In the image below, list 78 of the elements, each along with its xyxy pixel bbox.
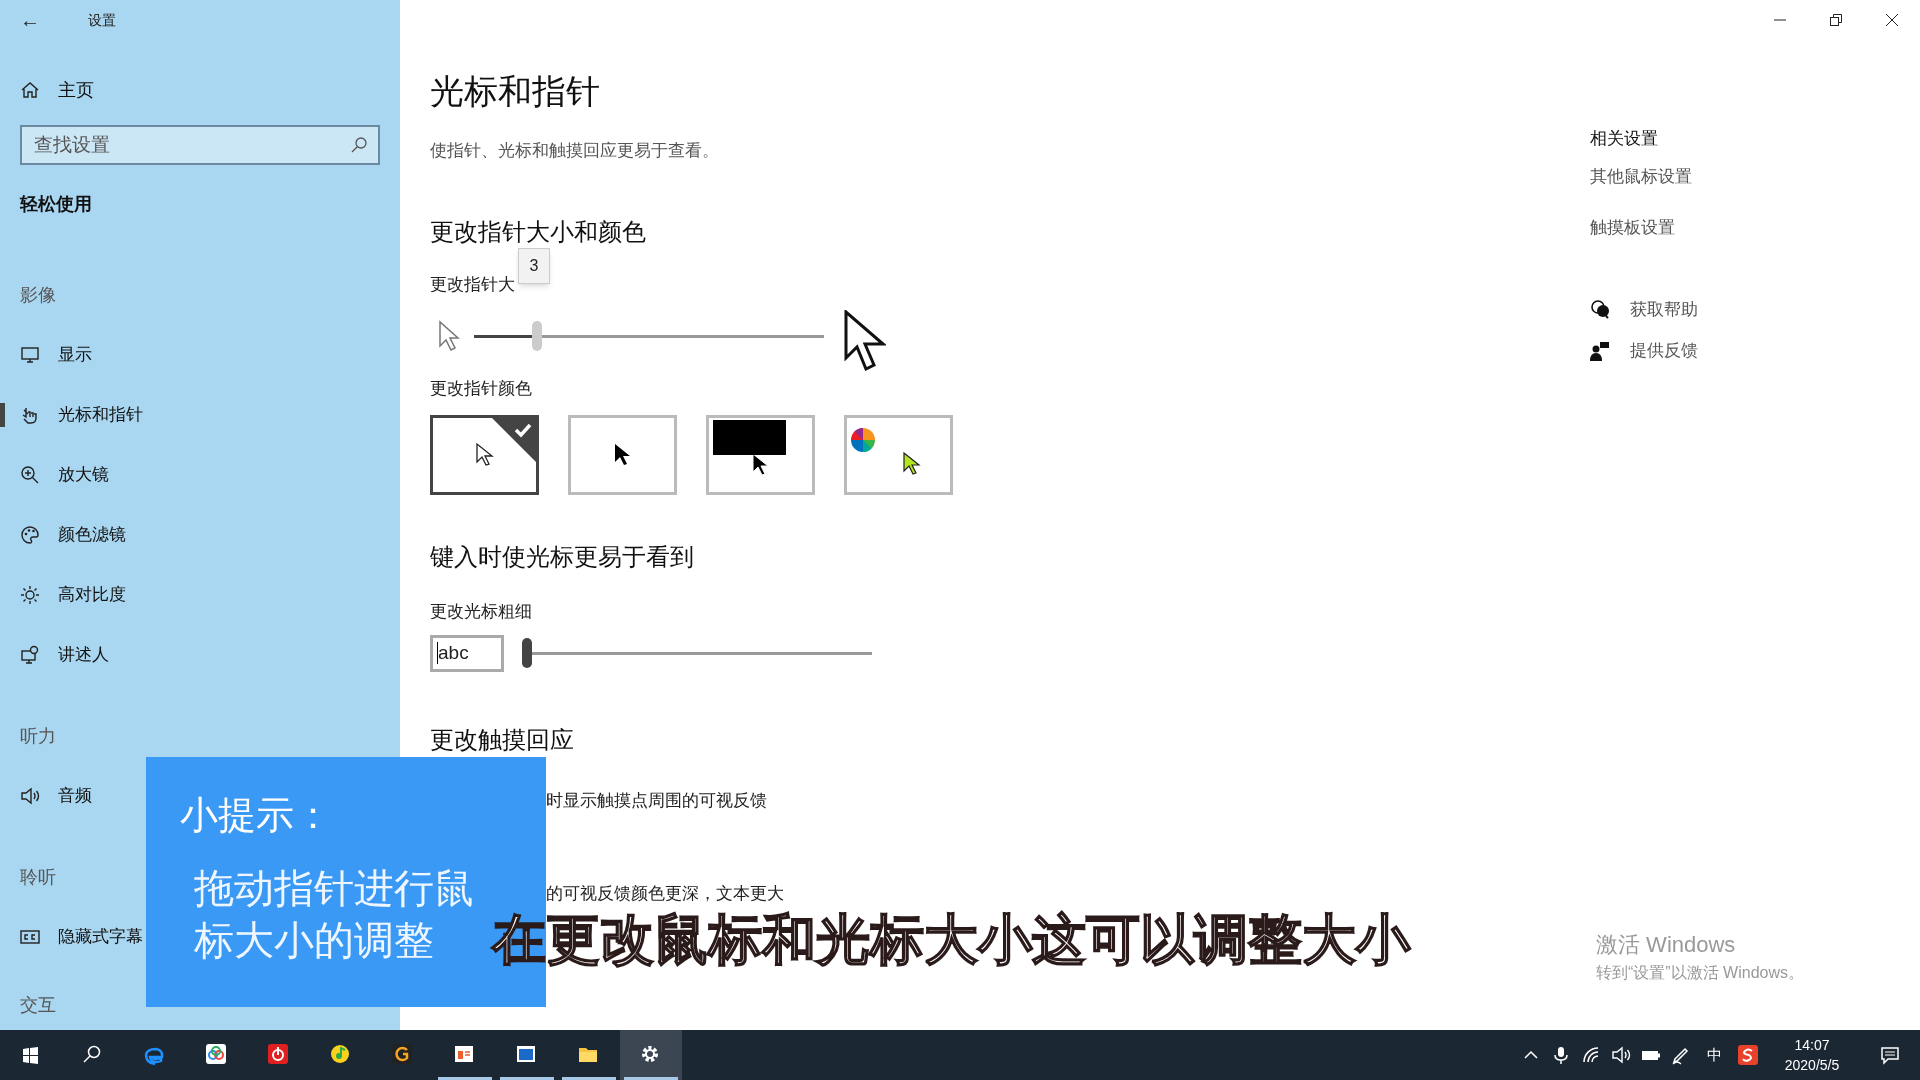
search-icon — [350, 136, 368, 154]
group-heading: 聆听 — [20, 865, 56, 889]
clock-time: 14:07 — [1794, 1036, 1830, 1055]
pointer-color-option[interactable] — [844, 415, 953, 495]
back-button[interactable]: ← — [20, 5, 40, 35]
nav-item[interactable]: 讲述人 — [0, 640, 109, 670]
option-text: 的可视反馈颜色更深，文本更大 — [546, 883, 784, 905]
activation-title: 激活 Windows — [1596, 931, 1736, 959]
music-note-app-icon — [330, 1044, 352, 1066]
thickness-slider[interactable] — [522, 638, 872, 668]
pen-icon — [1671, 1045, 1691, 1065]
taskbar-app[interactable] — [620, 1030, 682, 1080]
brightness-icon — [20, 585, 40, 605]
search-field[interactable]: 查找设置 — [20, 125, 380, 165]
slider-label: 更改光标粗细 — [430, 601, 532, 623]
captions-icon — [20, 927, 40, 947]
outlined-pointer-icon — [474, 442, 495, 468]
checkmark-icon — [492, 418, 536, 462]
monitor-icon — [20, 345, 40, 365]
home-icon — [20, 80, 40, 100]
large-pointer-icon — [844, 309, 886, 372]
restore-icon — [1830, 14, 1842, 26]
group-heading: 听力 — [20, 724, 56, 748]
speaker-icon — [20, 786, 40, 806]
related-link[interactable]: 其他鼠标设置 — [1590, 163, 1692, 189]
color-wheel-icon — [850, 427, 876, 453]
activation-text: 转到“设置”以激活 Windows。 — [1596, 963, 1804, 983]
nav-item[interactable]: 隐藏式字幕 — [0, 922, 143, 952]
volume-icon — [1611, 1045, 1631, 1065]
section-heading: 更改指针大小和颜色 — [430, 216, 646, 247]
section-heading: 更改触摸回应 — [430, 724, 574, 755]
help-link[interactable]: 提供反馈 — [1590, 338, 1698, 364]
feedback-person-icon — [1590, 340, 1610, 361]
group-heading: 影像 — [20, 283, 56, 307]
message-icon — [1880, 1045, 1900, 1065]
pointer-color-option[interactable] — [568, 415, 677, 495]
small-pointer-icon — [438, 319, 460, 352]
tip-text: 拖动指针进行鼠标大小的调整 — [194, 865, 475, 964]
page-description: 使指针、光标和触摸回应更易于查看。 — [430, 140, 719, 162]
clock[interactable]: 14:07 2020/5/5 — [1764, 1030, 1860, 1080]
help-link[interactable]: 获取帮助 — [1590, 296, 1698, 322]
related-heading: 相关设置 — [1590, 128, 1658, 150]
s-logo-icon — [1738, 1045, 1758, 1065]
category-heading: 轻松使用 — [20, 193, 92, 216]
home-link[interactable]: 主页 — [0, 75, 94, 105]
window-title: 设置 — [88, 10, 116, 30]
nav-item[interactable]: 高对比度 — [0, 580, 126, 610]
pointer-color-option[interactable] — [430, 415, 539, 495]
custom-pointer-icon — [901, 451, 922, 477]
zoom-icon — [20, 465, 40, 485]
nav-item[interactable]: 放大镜 — [0, 460, 109, 490]
microphone-icon — [1551, 1045, 1571, 1065]
size-slider[interactable] — [474, 319, 824, 352]
palette-icon — [20, 525, 40, 545]
nav-item[interactable]: 音频 — [0, 781, 92, 811]
video-subtitle: 在更改鼠标和光标大小这可以调整大小 — [492, 912, 1410, 966]
clock-date: 2020/5/5 — [1784, 1056, 1840, 1075]
option-text: 时显示触摸点周围的可视反馈 — [546, 789, 767, 812]
input-method-button[interactable]: 中 — [1696, 1030, 1732, 1080]
tip-title: 小提示： — [180, 793, 332, 838]
section-heading: 键入时使光标更易于看到 — [430, 542, 694, 572]
slider-tooltip: 3 — [518, 247, 550, 284]
cursor-preview: abc — [430, 634, 504, 672]
nav-item[interactable]: 颜色滤镜 — [0, 520, 126, 550]
related-link[interactable]: 触摸板设置 — [1590, 215, 1675, 241]
page-title: 光标和指针 — [430, 71, 600, 112]
hand-icon — [20, 405, 40, 425]
nav-item[interactable]: 显示 — [0, 340, 92, 370]
chat-help-icon — [1590, 299, 1610, 320]
network-icon — [1581, 1045, 1601, 1065]
color-label: 更改指针颜色 — [430, 377, 532, 400]
slider-label: 更改指针大 — [430, 274, 515, 294]
group-heading: 交互 — [20, 993, 56, 1017]
pointer-color-option[interactable] — [706, 415, 815, 495]
g-app-icon — [392, 1044, 414, 1066]
close-icon — [1886, 14, 1898, 26]
narrator-icon — [20, 645, 40, 665]
nav-item[interactable]: 光标和指针 — [0, 400, 143, 430]
